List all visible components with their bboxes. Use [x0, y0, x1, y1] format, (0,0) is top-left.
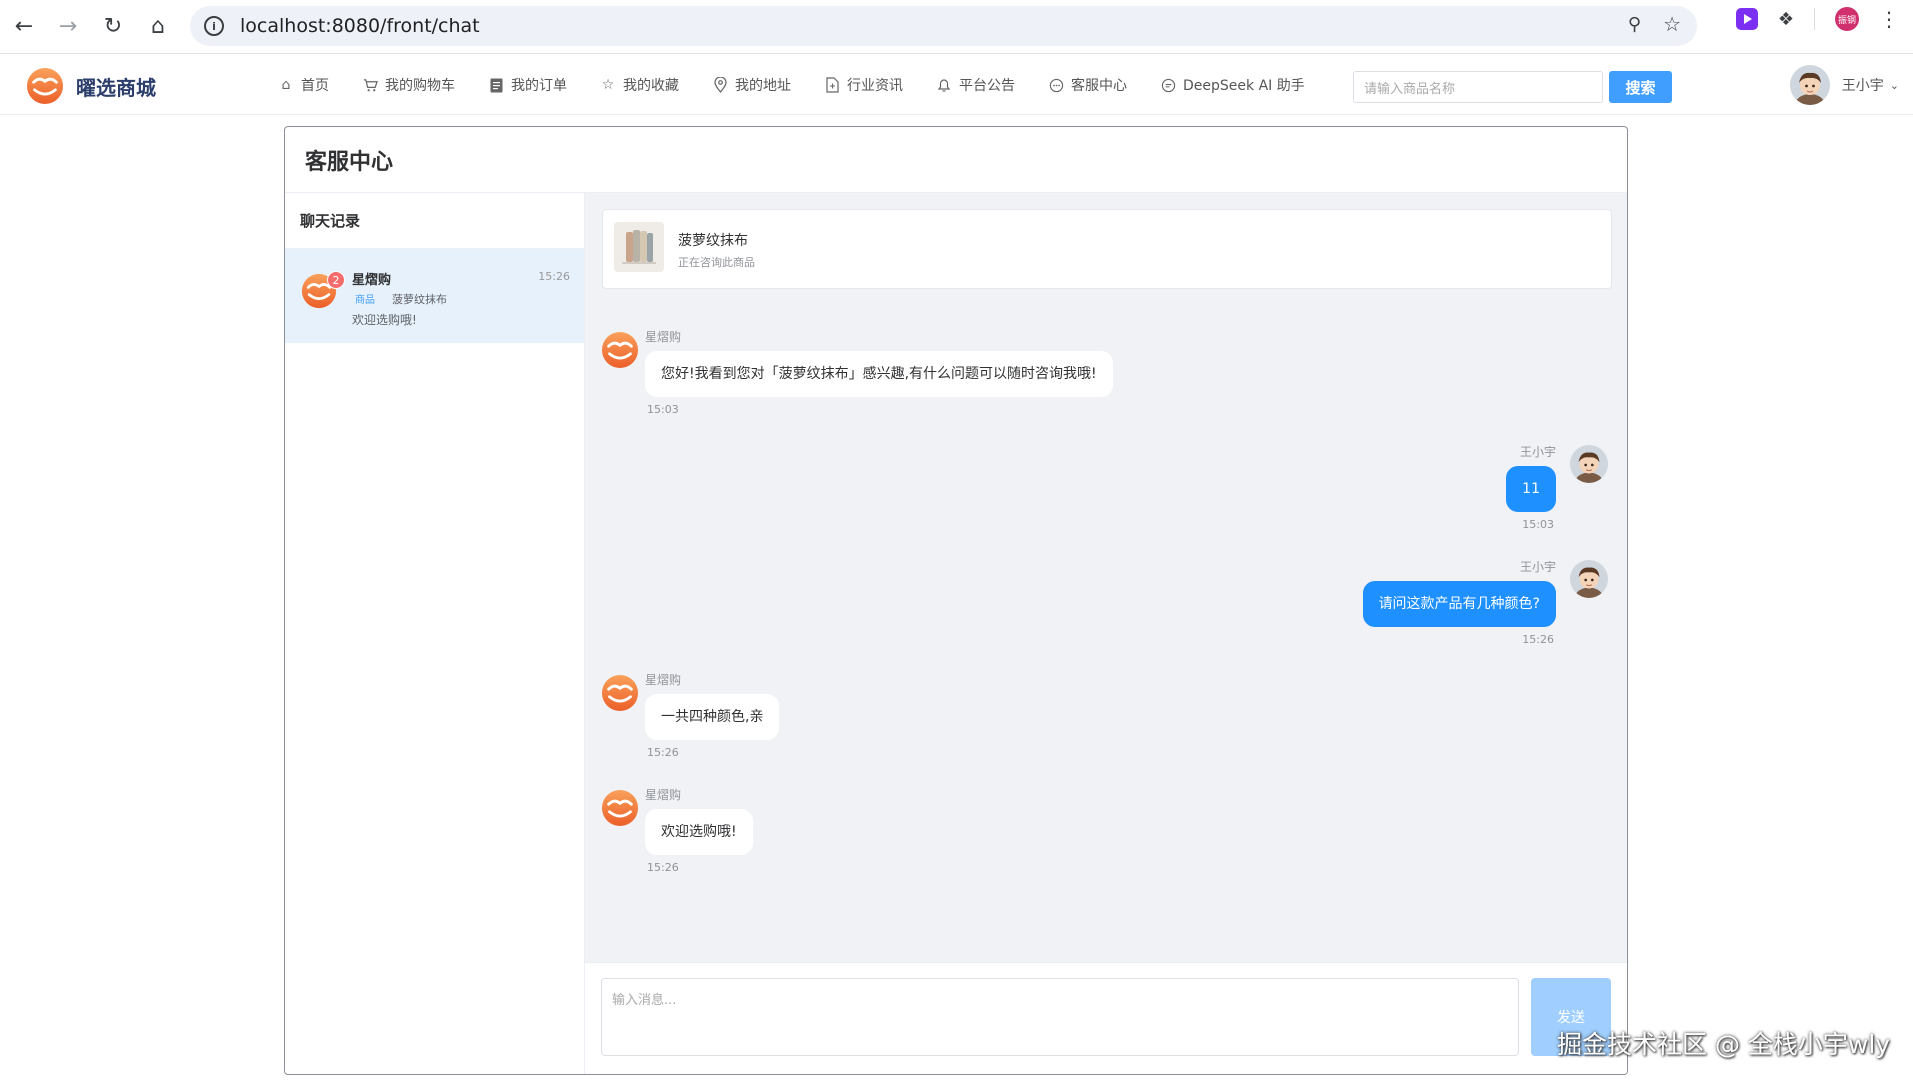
star-icon: ☆: [601, 77, 615, 93]
message-incoming: 星熠购 一共四种颜色,亲 15:26: [645, 671, 780, 759]
nav-ai-assistant[interactable]: DeepSeek AI 助手: [1160, 75, 1305, 95]
nav-favorites[interactable]: ☆ 我的收藏: [600, 75, 679, 95]
product-status: 正在咨询此商品: [678, 256, 755, 269]
unread-badge: 2: [327, 271, 345, 289]
message-time: 15:26: [647, 861, 679, 874]
nav-label: 我的购物车: [385, 78, 455, 94]
chat-session-item[interactable]: 2 星熠购 15:26 商品 菠萝纹抹布 欢迎选购哦!: [285, 249, 584, 343]
location-icon: [712, 77, 728, 93]
search-button[interactable]: 搜索: [1609, 71, 1672, 103]
user-menu[interactable]: 王小宇 ⌄: [1789, 65, 1899, 105]
zoom-icon[interactable]: ⚲: [1628, 14, 1641, 35]
message-time: 15:03: [1522, 518, 1554, 531]
home-icon: ⌂: [281, 77, 291, 93]
bookmark-star-icon[interactable]: ☆: [1663, 12, 1681, 36]
message-sender: 王小宇: [1519, 560, 1556, 574]
message-outgoing: 王小宇 请问这款产品有几种颜色? 15:26: [1362, 558, 1556, 646]
message-bubble: 一共四种颜色,亲: [645, 694, 780, 740]
forward-icon[interactable]: →: [48, 6, 88, 46]
sidebar-title: 聊天记录: [285, 193, 584, 249]
nav-cart[interactable]: 我的购物车: [362, 75, 455, 95]
home-icon[interactable]: ⌂: [138, 6, 178, 46]
nav-label: 行业资讯: [847, 78, 903, 94]
session-product-name: 菠萝纹抹布: [392, 293, 447, 306]
order-icon: [488, 77, 504, 93]
cart-icon: [362, 77, 378, 93]
shop-logo-icon: [26, 67, 64, 105]
message-outgoing: 王小宇 11 15:03: [1506, 443, 1556, 531]
session-name: 星熠购: [352, 273, 392, 288]
message-sender: 星熠购: [645, 788, 682, 802]
session-last-message: 欢迎选购哦!: [352, 313, 417, 327]
nav-announcements[interactable]: 平台公告: [936, 75, 1015, 95]
toolbar-separator: [1814, 8, 1815, 30]
shop-avatar-icon: [601, 331, 639, 369]
nav-service-center[interactable]: 客服中心: [1048, 75, 1127, 95]
message-input[interactable]: 输入消息...: [601, 978, 1519, 1056]
chat-window: 菠萝纹抹布 正在咨询此商品 星熠购 您好!我看到您对「菠萝纹抹布」感兴趣,有什么…: [585, 193, 1627, 1074]
reload-icon[interactable]: ↻: [93, 6, 133, 46]
product-thumbnail: [614, 222, 664, 272]
profile-avatar[interactable]: 振钢: [1835, 7, 1859, 31]
message-composer: 输入消息... 发送: [585, 962, 1627, 1074]
chevron-down-icon: ⌄: [1889, 78, 1899, 92]
message-sender: 王小宇: [1519, 445, 1556, 459]
browser-toolbar: ← → ↻ ⌂ i localhost:8080/front/chat ⚲ ☆ …: [0, 0, 1913, 54]
watermark: 掘金技术社区 @ 全栈小宇wly: [1557, 1030, 1891, 1059]
product-search-input[interactable]: 请输入商品名称: [1353, 71, 1603, 103]
message-time: 15:26: [647, 746, 679, 759]
extensions-puzzle-icon[interactable]: ❖: [1778, 9, 1794, 30]
chat-bubble-icon: [1160, 77, 1176, 93]
nav-label: DeepSeek AI 助手: [1183, 78, 1305, 94]
page-title: 客服中心: [285, 127, 1627, 193]
message-bubble: 请问这款产品有几种颜色?: [1362, 581, 1556, 627]
url-text: localhost:8080/front/chat: [240, 15, 480, 37]
shop-avatar-icon: [601, 789, 639, 827]
chat-sidebar: 聊天记录 2 星熠购 15:26 商品 菠萝纹抹布 欢迎选购哦!: [285, 193, 585, 1074]
nav-label: 我的地址: [735, 78, 791, 94]
site-header: 曜选商城 ⌂ 首页 我的购物车 我的订单 ☆ 我的收藏 我的地址 行业资讯 平台…: [0, 55, 1913, 115]
message-bubble: 11: [1506, 466, 1556, 512]
user-name: 王小宇: [1841, 78, 1884, 94]
session-time: 15:26: [538, 270, 570, 283]
bell-icon: [936, 77, 952, 93]
nav-label: 首页: [301, 78, 329, 94]
message-sender: 星熠购: [645, 673, 682, 687]
user-avatar: [1570, 445, 1608, 483]
chat-icon: [1048, 77, 1064, 93]
product-name: 菠萝纹抹布: [678, 233, 748, 249]
nav-orders[interactable]: 我的订单: [488, 75, 567, 95]
service-panel: 客服中心 聊天记录 2 星熠购 15:26 商品 菠萝纹抹布 欢迎选购哦! 菠萝…: [284, 126, 1628, 1075]
document-icon: [824, 77, 840, 93]
consulting-product-card[interactable]: 菠萝纹抹布 正在咨询此商品: [602, 209, 1612, 289]
nav-label: 平台公告: [959, 78, 1015, 94]
site-info-icon[interactable]: i: [204, 16, 224, 36]
message-sender: 星熠购: [645, 330, 682, 344]
logo-text: 曜选商城: [76, 75, 156, 100]
message-bubble: 欢迎选购哦!: [645, 809, 753, 855]
site-logo[interactable]: 曜选商城: [26, 67, 156, 105]
nav-news[interactable]: 行业资讯: [824, 75, 903, 95]
session-product-tag: 商品: [355, 295, 375, 306]
message-time: 15:26: [1522, 633, 1554, 646]
message-bubble: 您好!我看到您对「菠萝纹抹布」感兴趣,有什么问题可以随时咨询我哦!: [645, 351, 1113, 397]
back-icon[interactable]: ←: [4, 6, 44, 46]
user-avatar: [1789, 65, 1830, 105]
shop-avatar-icon: [601, 674, 639, 712]
message-incoming: 星熠购 您好!我看到您对「菠萝纹抹布」感兴趣,有什么问题可以随时咨询我哦! 15…: [645, 328, 1113, 416]
main-nav: ⌂ 首页 我的购物车 我的订单 ☆ 我的收藏 我的地址 行业资讯 平台公告 客服…: [278, 55, 1338, 115]
nav-address[interactable]: 我的地址: [712, 75, 791, 95]
nav-label: 我的订单: [511, 78, 567, 94]
message-time: 15:03: [647, 403, 679, 416]
address-bar[interactable]: i localhost:8080/front/chat ⚲ ☆: [190, 6, 1697, 46]
extension-video-icon[interactable]: [1735, 8, 1758, 30]
nav-home[interactable]: ⌂ 首页: [278, 75, 329, 95]
user-avatar: [1570, 560, 1608, 598]
nav-label: 我的收藏: [623, 78, 679, 94]
nav-label: 客服中心: [1071, 78, 1127, 94]
browser-menu-icon[interactable]: ⋮: [1879, 7, 1899, 31]
message-incoming: 星熠购 欢迎选购哦! 15:26: [645, 786, 753, 874]
